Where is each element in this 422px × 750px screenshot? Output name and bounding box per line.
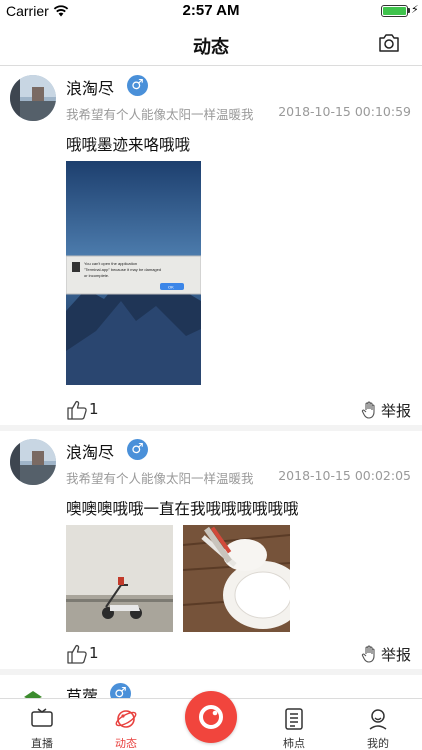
- status-bar: Carrier 2:57 AM ⚡: [0, 0, 422, 22]
- post-image[interactable]: [183, 525, 290, 632]
- hand-icon: [361, 645, 375, 663]
- status-time: 2:57 AM: [182, 2, 240, 19]
- tv-icon: [31, 708, 53, 727]
- tab-label: 直播: [31, 737, 53, 750]
- male-gender-icon: ♂: [110, 683, 131, 698]
- user-signature: 我希望有个人能像太阳一样温暖我: [66, 471, 254, 486]
- male-gender-icon: ♂: [127, 439, 148, 460]
- charging-icon: ⚡: [411, 3, 419, 16]
- dialog-ok-button: OK: [168, 285, 174, 290]
- post-item: 浪淘尽 ♂ 我希望有个人能像太阳一样温暖我 2018-10-15 00:10:5…: [0, 67, 422, 431]
- like-button[interactable]: [66, 643, 106, 665]
- planet-icon: [115, 710, 137, 728]
- post-time: 2018-10-15 00:10:59: [278, 104, 411, 119]
- post-item: 浪淘尽 ♂ 我希望有个人能像太阳一样温暖我 2018-10-15 00:02:0…: [0, 431, 422, 675]
- record-button[interactable]: [185, 691, 237, 743]
- tab-label: 动态: [115, 737, 137, 750]
- like-button[interactable]: [66, 399, 106, 421]
- feed-list[interactable]: 浪淘尽 ♂ 我希望有个人能像太阳一样温暖我 2018-10-15 00:10:5…: [0, 67, 422, 698]
- thumbs-up-icon: [67, 400, 87, 420]
- report-button[interactable]: 举报: [361, 400, 411, 420]
- tab-label: 柿点: [283, 737, 305, 750]
- post-image[interactable]: [66, 525, 173, 632]
- avatar[interactable]: [10, 439, 56, 485]
- post-time: 2018-10-15 00:02:05: [278, 468, 411, 483]
- thumbs-up-icon: [67, 644, 87, 664]
- dialog-text: or incomplete.: [84, 273, 109, 278]
- tab-live[interactable]: 直播: [0, 699, 84, 750]
- dialog-text: You can't open the application: [84, 261, 137, 266]
- tab-moments[interactable]: 动态: [84, 699, 168, 750]
- post-image[interactable]: You can't open the application "Terminal…: [66, 161, 201, 385]
- document-icon: [285, 708, 303, 730]
- user-name[interactable]: 苜蓿: [66, 683, 98, 698]
- tab-label: 我的: [367, 737, 389, 750]
- camera-icon[interactable]: [378, 33, 400, 53]
- nav-bar: 动态: [0, 22, 422, 66]
- record-icon: [199, 705, 223, 729]
- page-title: 动态: [193, 37, 229, 58]
- battery-icon: [381, 5, 408, 17]
- male-gender-icon: ♂: [127, 75, 148, 96]
- like-count: 1: [89, 644, 99, 662]
- dialog-text: "Terminal.app" because it may be damaged: [84, 267, 161, 272]
- avatar[interactable]: [10, 75, 56, 121]
- like-count: 1: [89, 400, 99, 418]
- post-content: 哦哦墨迹来咯哦哦: [66, 136, 191, 154]
- user-icon: [369, 709, 387, 730]
- tab-dots[interactable]: 柿点: [252, 699, 336, 750]
- avatar[interactable]: [10, 683, 56, 698]
- battery-tip: [408, 8, 410, 13]
- user-signature: 我希望有个人能像太阳一样温暖我: [66, 107, 254, 122]
- report-button[interactable]: 举报: [361, 644, 411, 664]
- user-name[interactable]: 浪淘尽: [66, 439, 114, 463]
- report-label: 举报: [381, 402, 412, 420]
- user-name[interactable]: 浪淘尽: [66, 75, 114, 99]
- report-label: 举报: [381, 646, 412, 664]
- tab-me[interactable]: 我的: [336, 699, 420, 750]
- hand-icon: [361, 401, 375, 419]
- post-content: 噢噢噢哦哦一直在我哦哦哦哦哦哦: [66, 500, 299, 518]
